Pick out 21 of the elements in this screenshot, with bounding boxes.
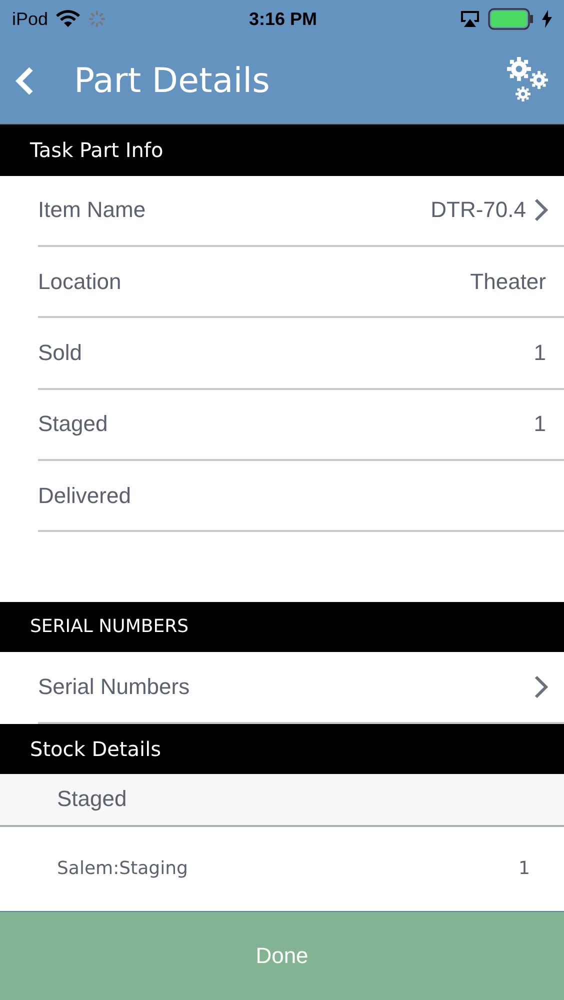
carrier-label: iPod [12, 8, 48, 30]
stock-location: Salem:Staging [57, 858, 188, 880]
group-header: Staged [0, 774, 564, 827]
field-row: Delivered [38, 460, 564, 532]
link-row[interactable]: Item Name DTR-70.4 [38, 176, 564, 247]
chevron-right-icon [534, 674, 548, 699]
section-title: Task Part Info [30, 138, 164, 162]
battery-icon [488, 8, 534, 30]
spinner-icon [88, 10, 106, 28]
charging-bolt-icon [542, 10, 552, 28]
airplay-icon [460, 10, 480, 28]
section-title: SERIAL NUMBERS [30, 616, 189, 638]
field-row: Sold 1 [38, 318, 564, 390]
status-time: 3:16 PM [248, 8, 318, 30]
wifi-icon [56, 10, 80, 28]
section-title: Stock Details [30, 736, 162, 761]
field-row: Location Theater [38, 246, 564, 318]
field-row: Staged 1 [38, 390, 564, 461]
chevron-right-icon [534, 198, 548, 222]
stock-quantity: 1 [518, 858, 530, 880]
screen-title: Part Details [74, 61, 271, 101]
